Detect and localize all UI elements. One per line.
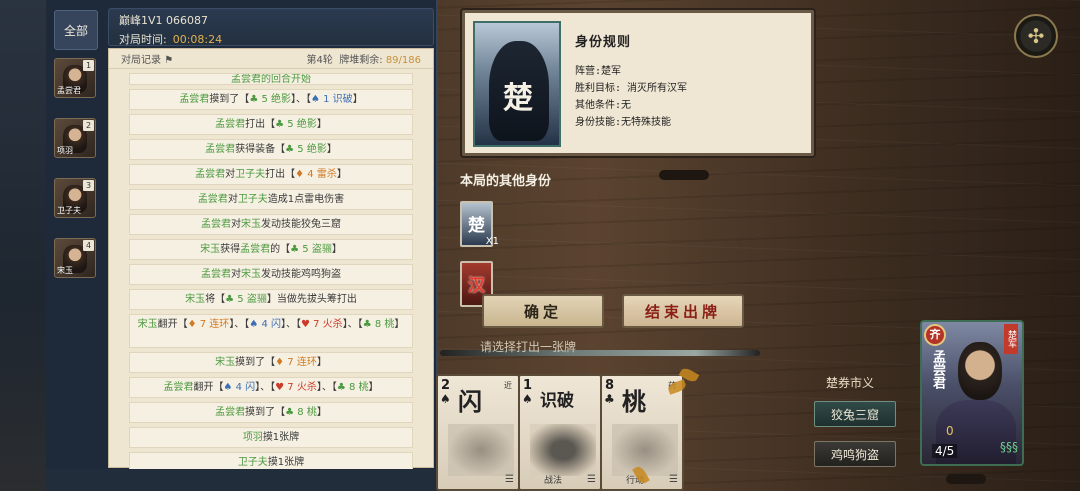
match-header: 巅峰1V1 066087 对局时间: 00:08:24 — [108, 8, 434, 46]
player-filter-4[interactable]: 4 宋玉 — [54, 238, 96, 278]
faction-flag: 楚军 — [1004, 324, 1018, 354]
list-item: 孟尝君摸到了【♣ 5 绝影】、【♠ 1 识破】 — [129, 89, 413, 110]
list-item: 孟尝君翻开【♠ 4 闪】、【♥ 7 火杀】、【♣ 8 桃】 — [129, 377, 413, 398]
camp-badge: 齐 — [924, 324, 946, 346]
hand-count: 0 — [946, 424, 954, 438]
list-item: 宋玉翻开【♦ 7 连环】、【♠ 4 闪】、【♥ 7 火杀】、【♣ 8 桃】 — [129, 314, 413, 348]
hero-card[interactable]: 齐 孟尝君 楚军 0 §§§ 4/5 — [920, 320, 1024, 466]
room-label: 巅峰1V1 066087 — [119, 14, 209, 27]
list-item: 项羽摸1张牌 — [129, 427, 413, 448]
identity-rule-panel: 楚 身份规则 阵营:楚军 胜利目标: 消灭所有汉军 其他条件:无 身份技能:无特… — [462, 10, 814, 156]
player-filter-1[interactable]: 1 孟尝君 — [54, 58, 96, 98]
rule-line-skill: 身份技能:无特殊技能 — [575, 117, 672, 128]
log-list: 孟尝君的回合开始 孟尝君摸到了【♣ 5 绝影】、【♠ 1 识破】 孟尝君打出【♣… — [109, 69, 433, 473]
list-item: 孟尝君的回合开始 — [129, 73, 413, 85]
list-item: 孟尝君摸到了【♣ 8 桃】 — [129, 402, 413, 423]
card-point: 2 — [441, 378, 451, 393]
hp-value: 4/5 — [932, 444, 958, 458]
token-count: X1 — [485, 236, 499, 247]
panel-toggle-tab[interactable] — [659, 170, 709, 180]
token-glyph: 汉 — [468, 276, 485, 296]
identity-glyph: 楚 — [503, 81, 533, 116]
match-time: 对局时间: 00:08:24 — [119, 31, 423, 47]
player-number: 2 — [83, 120, 94, 131]
hero-name: 孟尝君 — [930, 350, 945, 389]
card-art — [530, 424, 596, 476]
time-label: 对局时间: — [119, 33, 167, 46]
log-footer — [46, 469, 438, 491]
identity-token-chu: 楚 X1 — [460, 201, 499, 247]
menu-icon: ☰ — [587, 474, 596, 485]
spade-icon: ♠ — [522, 392, 533, 406]
list-item: 宋玉获得孟尝君的【♣ 5 盗骊】 — [129, 239, 413, 260]
player-filter-3[interactable]: 3 卫子夫 — [54, 178, 96, 218]
hero-toggle-tab[interactable] — [946, 474, 986, 484]
rule-line-goal: 胜利目标: 消灭所有汉军 — [575, 83, 688, 94]
card-art — [612, 424, 678, 476]
card-badge: 近 — [504, 381, 512, 390]
list-item: 孟尝君对宋玉发动技能鸡鸣狗盗 — [129, 264, 413, 285]
action-prompt: 请选择打出一张牌 — [480, 340, 577, 354]
club-icon: ♣ — [604, 392, 615, 406]
player-name: 孟尝君 — [57, 86, 81, 95]
other-identities-title: 本局的其他身份 — [460, 174, 552, 189]
menu-icon: ☰ — [505, 474, 514, 485]
card-art — [448, 424, 514, 476]
player-filter-2[interactable]: 2 项羽 — [54, 118, 96, 158]
list-item: 宋玉将【♣ 5 盗骊】当做先拔头筹打出 — [129, 289, 413, 310]
skill-button-jiaotu[interactable]: 狡兔三窟 — [814, 401, 896, 427]
player-name: 卫子夫 — [57, 206, 81, 215]
rule-line-other: 其他条件:无 — [575, 100, 632, 111]
rule-lines: 阵营:楚军 胜利目标: 消灭所有汉军 其他条件:无 身份技能:无特殊技能 — [575, 63, 687, 131]
log-paper[interactable]: 对局记录 ⚑ 第4轮 牌堆剩余: 89/186 孟尝君的回合开始 孟尝君摸到了【… — [108, 48, 434, 473]
time-value: 00:08:24 — [172, 33, 223, 46]
round-info: 第4轮 牌堆剩余: 89/186 — [306, 55, 421, 66]
hand-card-shan[interactable]: 2 ♠ 近 闪 ☰ — [436, 374, 520, 491]
card-type: 战法 — [544, 476, 563, 486]
log-title: 对局记录 ⚑ — [121, 55, 174, 66]
list-item: 孟尝君获得装备【♣ 5 绝影】 — [129, 139, 413, 160]
list-item: 宋玉摸到了【♦ 7 连环】 — [129, 352, 413, 373]
identity-portrait: 楚 — [473, 21, 561, 147]
card-point: 1 — [523, 378, 533, 393]
spade-icon: ♠ — [440, 392, 451, 406]
card-name: 闪 — [458, 387, 482, 416]
menu-icon: ☰ — [669, 474, 678, 485]
rule-line-camp: 阵营:楚军 — [575, 66, 622, 77]
flag-icon: ⚑ — [164, 55, 174, 66]
tab-all[interactable]: 全部 — [54, 10, 98, 50]
skill-group-title: 楚券市义 — [826, 376, 875, 390]
energy-gauges: §§§ — [1000, 440, 1018, 454]
card-name: 识破 — [540, 391, 574, 411]
hero-portrait — [958, 342, 1002, 400]
hand-card-shipo[interactable]: 1 ♠ 识破 战法 ☰ — [518, 374, 602, 491]
token-glyph: 楚 — [468, 216, 485, 236]
list-item: 孟尝君打出【♣ 5 绝影】 — [129, 114, 413, 135]
player-name: 项羽 — [57, 146, 73, 155]
deck-remain: 89/186 — [385, 55, 421, 66]
rule-title: 身份规则 — [575, 35, 632, 50]
list-item: 孟尝君对卫子夫造成1点雷电伤害 — [129, 189, 413, 210]
menu-button[interactable]: ✣ — [1014, 14, 1058, 58]
left-edge — [0, 0, 48, 491]
card-point: 8 — [605, 378, 615, 393]
player-name: 宋玉 — [57, 266, 73, 275]
card-name: 桃 — [622, 387, 646, 416]
log-meta: 对局记录 ⚑ 第4轮 牌堆剩余: 89/186 — [109, 49, 433, 69]
player-number: 3 — [83, 180, 94, 191]
skill-button-jiming[interactable]: 鸡鸣狗盗 — [814, 441, 896, 467]
list-item: 孟尝君对宋玉发动技能狡兔三窟 — [129, 214, 413, 235]
end-turn-button[interactable]: 结束出牌 — [622, 294, 744, 328]
confirm-button[interactable]: 确定 — [482, 294, 604, 328]
player-number: 1 — [83, 60, 94, 71]
list-item: 孟尝君对卫子夫打出【♦ 4 雷杀】 — [129, 164, 413, 185]
player-number: 4 — [83, 240, 94, 251]
knot-icon: ✣ — [1027, 24, 1045, 48]
